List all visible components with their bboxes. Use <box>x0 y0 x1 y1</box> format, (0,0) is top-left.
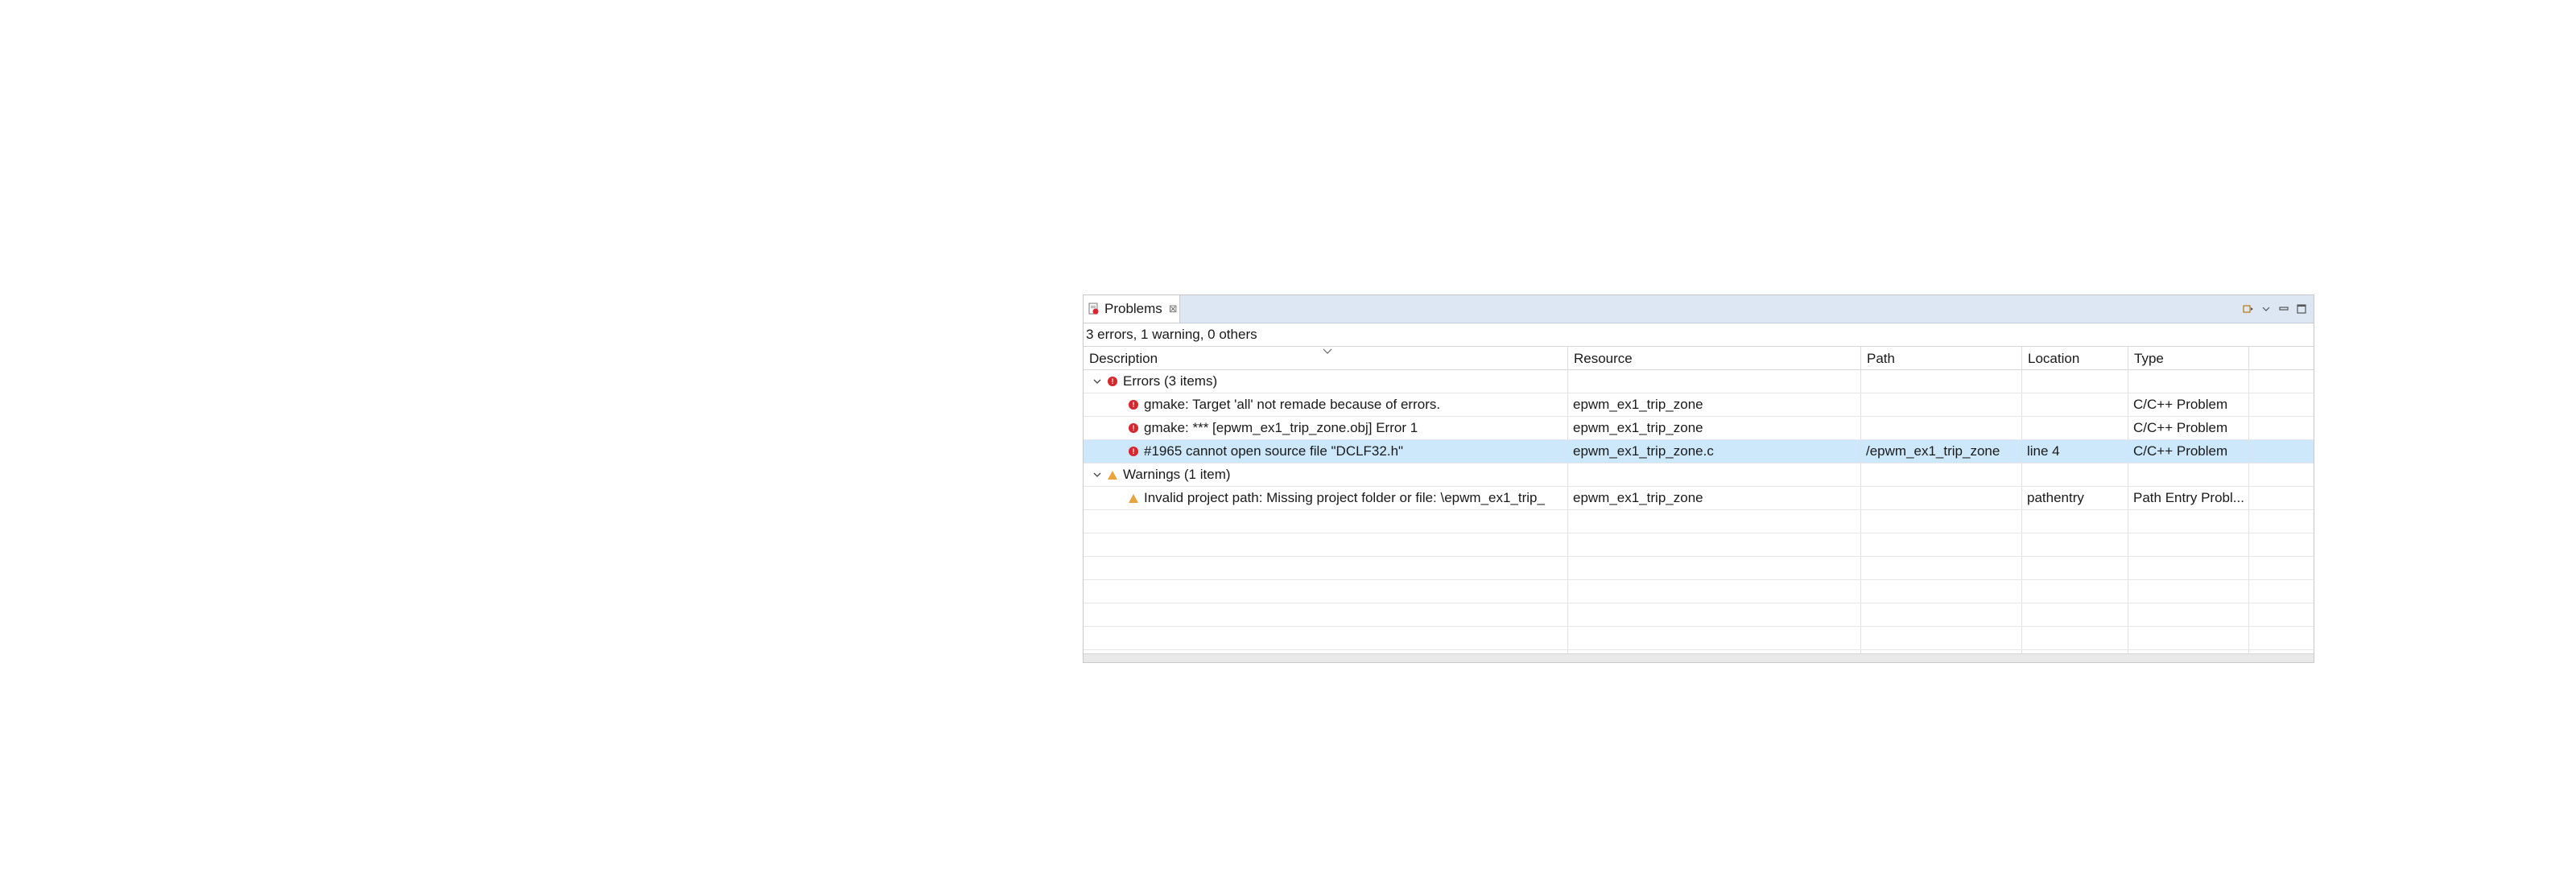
empty-row <box>1084 533 2314 557</box>
empty-row <box>1084 510 2314 533</box>
problem-type: Path Entry Probl... <box>2128 487 2249 509</box>
tab-problems[interactable]: Problems ⊠ <box>1084 295 1180 323</box>
problem-path <box>1861 487 2022 509</box>
error-icon: ! <box>1129 447 1138 456</box>
view-toolbar <box>2243 299 2307 319</box>
table-header: Description Resource Path Location Type <box>1084 347 2314 370</box>
close-icon[interactable]: ⊠ <box>1169 303 1178 315</box>
problem-type: C/C++ Problem <box>2128 393 2249 416</box>
problem-description: #1965 cannot open source file "DCLF32.h" <box>1144 443 1404 459</box>
problem-type: C/C++ Problem <box>2128 440 2249 463</box>
problem-resource: epwm_ex1_trip_zone <box>1568 417 1861 439</box>
tab-problems-label: Problems <box>1104 301 1162 316</box>
problem-type: C/C++ Problem <box>2128 417 2249 439</box>
horizontal-scrollbar[interactable] <box>1084 653 2314 662</box>
column-header-empty <box>2249 347 2314 369</box>
problem-location: pathentry <box>2022 487 2128 509</box>
problem-location: line 4 <box>2022 440 2128 463</box>
table-row[interactable]: ! gmake: Target 'all' not remade because… <box>1084 393 2314 417</box>
problem-resource: epwm_ex1_trip_zone.c <box>1568 440 1861 463</box>
sort-indicator-icon <box>1322 347 1333 356</box>
empty-row <box>1084 603 2314 627</box>
error-icon: ! <box>1129 423 1138 433</box>
restore-icon[interactable] <box>2278 303 2289 315</box>
column-header-type[interactable]: Type <box>2128 347 2249 369</box>
problem-description: gmake: Target 'all' not remade because o… <box>1144 397 1441 412</box>
error-icon: ! <box>1108 377 1117 386</box>
problem-path: /epwm_ex1_trip_zone <box>1861 440 2022 463</box>
problem-resource: epwm_ex1_trip_zone <box>1568 487 1861 509</box>
table-row[interactable]: ! gmake: *** [epwm_ex1_trip_zone.obj] Er… <box>1084 417 2314 440</box>
empty-row <box>1084 580 2314 603</box>
column-header-path[interactable]: Path <box>1861 347 2022 369</box>
maximize-icon[interactable] <box>2296 303 2307 315</box>
view-menu-icon[interactable] <box>2243 303 2254 315</box>
table-row-selected[interactable]: ! #1965 cannot open source file "DCLF32.… <box>1084 440 2314 463</box>
problem-location <box>2022 417 2128 439</box>
chevron-down-icon[interactable] <box>1092 370 1103 393</box>
warning-icon <box>1129 493 1138 503</box>
empty-row <box>1084 627 2314 650</box>
problems-view: Problems ⊠ 3 errors, 1 warning, 0 others… <box>1083 294 2314 663</box>
view-tab-bar: Problems ⊠ <box>1084 295 2314 323</box>
group-label: Warnings (1 item) <box>1123 467 1231 482</box>
empty-row <box>1084 557 2314 580</box>
problems-table: Description Resource Path Location Type … <box>1084 347 2314 654</box>
problems-summary: 3 errors, 1 warning, 0 others <box>1084 323 2314 347</box>
chevron-down-icon[interactable] <box>1092 463 1103 486</box>
problem-resource: epwm_ex1_trip_zone <box>1568 393 1861 416</box>
group-row-errors[interactable]: ! Errors (3 items) <box>1084 370 2314 393</box>
warning-icon <box>1108 470 1117 480</box>
problem-description: gmake: *** [epwm_ex1_trip_zone.obj] Erro… <box>1144 420 1418 435</box>
column-header-location[interactable]: Location <box>2022 347 2128 369</box>
column-header-resource[interactable]: Resource <box>1568 347 1861 369</box>
problems-view-icon <box>1088 303 1100 315</box>
problem-description: Invalid project path: Missing project fo… <box>1144 490 1545 505</box>
error-icon: ! <box>1129 400 1138 410</box>
problem-path <box>1861 417 2022 439</box>
minimize-icon[interactable] <box>2260 303 2272 315</box>
table-row[interactable]: Invalid project path: Missing project fo… <box>1084 487 2314 510</box>
problem-location <box>2022 393 2128 416</box>
problem-path <box>1861 393 2022 416</box>
group-label: Errors (3 items) <box>1123 373 1218 389</box>
group-row-warnings[interactable]: Warnings (1 item) <box>1084 463 2314 487</box>
